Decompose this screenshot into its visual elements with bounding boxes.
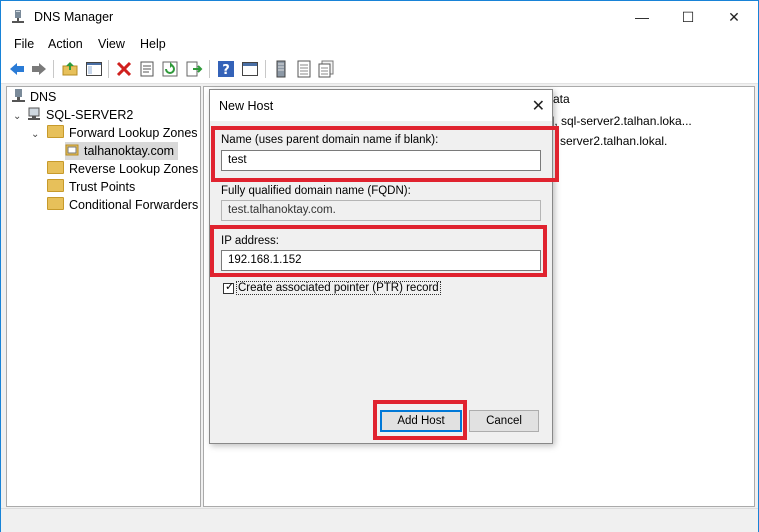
tree-item-label: DNS bbox=[30, 90, 57, 104]
records-icon[interactable] bbox=[295, 60, 313, 78]
column-header-data[interactable]: ata bbox=[553, 92, 570, 106]
cancel-button[interactable]: Cancel bbox=[469, 410, 539, 432]
delete-icon[interactable] bbox=[115, 60, 133, 78]
properties-icon[interactable] bbox=[138, 60, 156, 78]
folder-up-icon[interactable] bbox=[61, 60, 79, 78]
tree-item-label: SQL-SERVER2 bbox=[46, 108, 134, 122]
checkmark-icon: ✓ bbox=[225, 281, 235, 293]
collapse-chevron-icon[interactable]: ⌄ bbox=[13, 111, 21, 122]
menu-view[interactable]: View bbox=[98, 37, 125, 51]
dns-app-icon bbox=[12, 10, 24, 23]
menu-action[interactable]: Action bbox=[48, 37, 83, 51]
minimize-button[interactable]: — bbox=[619, 1, 665, 33]
tree-item-label: Forward Lookup Zones bbox=[69, 126, 198, 140]
tree-item-forward-lookup-zones[interactable]: Forward Lookup Zones bbox=[47, 124, 198, 142]
maximize-button[interactable]: ☐ bbox=[665, 1, 711, 33]
tree-item-label: Trust Points bbox=[69, 180, 136, 194]
ptr-record-checkbox[interactable]: ✓ bbox=[223, 281, 235, 294]
zone-icon bbox=[65, 144, 79, 156]
record-data-cell[interactable]: ], sql-server2.talhan.loka... bbox=[551, 114, 692, 128]
folder-icon bbox=[47, 197, 64, 210]
records-stack-icon[interactable] bbox=[317, 60, 335, 78]
tree-item-conditional-forwarders[interactable]: Conditional Forwarders bbox=[47, 196, 198, 214]
tree-item-zone-talhanoktay[interactable]: talhanoktay.com bbox=[65, 142, 179, 160]
fqdn-field: test.talhanoktay.com. bbox=[221, 200, 541, 221]
status-bar bbox=[1, 508, 758, 532]
highlight-name-box bbox=[211, 126, 559, 182]
toolbar: ? bbox=[1, 55, 758, 84]
ptr-record-label[interactable]: Create associated pointer (PTR) record bbox=[236, 281, 441, 295]
export-list-icon[interactable] bbox=[185, 60, 203, 78]
highlight-add-host-box bbox=[373, 400, 467, 440]
folder-icon bbox=[47, 179, 64, 192]
menu-bar: File Action View Help bbox=[1, 33, 758, 55]
server-icon bbox=[28, 107, 40, 120]
folder-icon bbox=[47, 161, 64, 174]
title-bar: DNS Manager — ☐ ✕ bbox=[1, 1, 758, 33]
tree-item-label: Reverse Lookup Zones bbox=[69, 162, 199, 176]
tree-item-reverse-lookup-zones[interactable]: Reverse Lookup Zones bbox=[47, 160, 198, 178]
console-icon[interactable] bbox=[241, 60, 259, 78]
help-icon[interactable]: ? bbox=[217, 60, 235, 78]
close-button[interactable]: ✕ bbox=[711, 1, 757, 33]
dns-manager-window: DNS Manager — ☐ ✕ File Action View Help bbox=[0, 0, 759, 532]
forward-arrow-icon[interactable] bbox=[30, 60, 48, 78]
folder-icon bbox=[47, 125, 64, 138]
collapse-chevron-icon[interactable]: ⌄ bbox=[31, 129, 39, 140]
server-icon[interactable] bbox=[272, 60, 290, 78]
tree-item-trust-points[interactable]: Trust Points bbox=[47, 178, 135, 196]
show-hide-console-tree-icon[interactable] bbox=[85, 60, 103, 78]
highlight-ip-box bbox=[210, 225, 547, 277]
tree-item-label: Conditional Forwarders bbox=[69, 198, 199, 212]
fqdn-label: Fully qualified domain name (FQDN): bbox=[221, 185, 411, 197]
dialog-title: New Host bbox=[219, 99, 274, 113]
tree-item-dns[interactable]: DNS bbox=[12, 88, 56, 106]
tree-item-server[interactable]: SQL-SERVER2 bbox=[27, 106, 133, 124]
console-tree: DNS ⌄ SQL-SERVER2 ⌄ Forward Lookup Zones… bbox=[6, 86, 201, 507]
back-arrow-icon[interactable] bbox=[8, 60, 26, 78]
dialog-title-bar: New Host ✕ bbox=[210, 90, 552, 121]
svg-text:?: ? bbox=[222, 63, 230, 78]
tree-item-label: talhanoktay.com bbox=[84, 144, 175, 158]
dialog-close-icon[interactable]: ✕ bbox=[532, 96, 545, 116]
dns-icon bbox=[12, 89, 25, 102]
refresh-icon[interactable] bbox=[161, 60, 179, 78]
menu-file[interactable]: File bbox=[14, 37, 34, 51]
record-data-cell[interactable]: server2.talhan.lokal. bbox=[560, 134, 667, 148]
menu-help[interactable]: Help bbox=[140, 37, 166, 51]
window-title: DNS Manager bbox=[34, 10, 114, 24]
